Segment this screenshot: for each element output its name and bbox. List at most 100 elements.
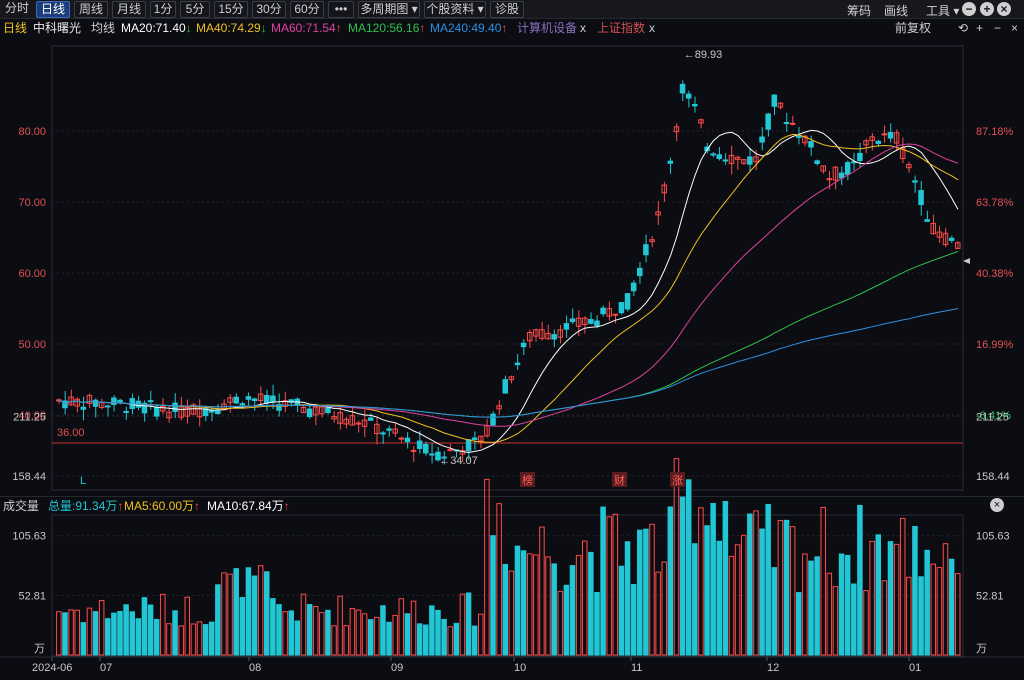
volume-bar [208,621,215,656]
candle [918,190,924,206]
event-marker: 涨 [672,474,683,487]
volume-bar [111,612,117,656]
corner-marker: L [80,475,86,487]
candle [679,83,686,94]
candle [692,103,698,107]
candle [404,437,411,443]
candle [239,403,246,406]
volume-bar [747,513,753,656]
candle [637,267,643,277]
candle [270,395,276,403]
volume-bar [869,540,875,656]
volume-bar [153,618,160,656]
volume-bar [56,611,62,656]
volume-bar [294,620,301,656]
volume-bar [563,584,570,656]
price-frame [51,45,964,491]
candle [490,413,496,426]
price-tick-left: 60.00 [18,268,46,280]
date-label: 10 [514,662,526,674]
volume-bar [765,504,771,656]
volume-bar [838,553,845,656]
ma-line-ma_magenta [58,143,959,427]
volume-bar [777,520,784,656]
candle [716,154,723,159]
volume-bar [783,519,790,656]
event-marker: 榜 [522,473,533,487]
candle [881,133,888,136]
volume-bar [496,503,502,656]
candle [912,180,918,183]
volume-bar [673,458,680,656]
volume-bar [459,593,466,656]
volume-bar [667,506,674,656]
volume-bar [465,592,472,656]
volume-bar [257,565,264,656]
price-tick-left: 80.00 [18,126,46,138]
volume-bar [355,609,362,656]
volume-bar [753,510,759,656]
volume-bar [539,526,545,656]
candle [887,132,894,139]
current-price-pointer [963,258,970,264]
volume-tick-right: 211.25 [976,411,1009,423]
ma-line-ma_yellow [58,133,959,443]
candle [471,437,478,440]
candle [80,406,87,410]
candle [783,122,790,125]
volume-bar [105,618,111,656]
candle [600,307,606,315]
volume-bar [637,529,643,656]
volume-bar [594,592,600,656]
volume-bar [655,571,661,656]
candle [111,397,117,405]
candle [618,302,625,314]
volume-bar [196,621,203,656]
candle [117,399,123,403]
candle [410,449,417,452]
candle [710,153,716,156]
candle [924,219,930,222]
volume-bar [245,567,252,656]
volume-bar [172,610,178,656]
candle [588,319,594,324]
candle [123,410,129,413]
volume-bar [734,544,741,656]
volume-bar [337,595,343,656]
volume-bar [520,550,527,656]
candle [386,428,392,431]
volume-bar [728,555,735,656]
candle [215,410,221,415]
volume-bar [851,583,857,656]
candle [722,159,729,162]
candle [422,443,429,454]
volume-bar [202,624,209,656]
volume-bar [912,526,918,656]
volume-bar [343,625,350,656]
volume-bar [722,501,729,656]
volume-bar [588,551,594,656]
price-tick-right: 40.38% [976,268,1014,280]
low-price-label: ←34.07 [439,455,478,467]
volume-bar [832,586,839,656]
volume-bar [478,613,484,656]
candle [624,293,631,310]
volume-bar [380,605,386,656]
volume-bar [184,596,191,656]
volume-bar [606,516,612,656]
volume-bar [80,622,87,656]
volume-bar [893,543,900,656]
volume-bar [86,607,93,656]
volume-bar [471,625,478,656]
volume-bar [404,613,411,656]
volume-bar [251,575,258,656]
volume-bar [899,517,906,656]
candle [747,156,753,165]
candle [502,379,509,394]
volume-bar [930,563,937,656]
volume-bar [618,565,625,656]
candle [264,394,270,404]
date-label: 2024-06 [32,662,72,674]
volume-bar [789,526,796,656]
volume-bar [129,611,135,656]
